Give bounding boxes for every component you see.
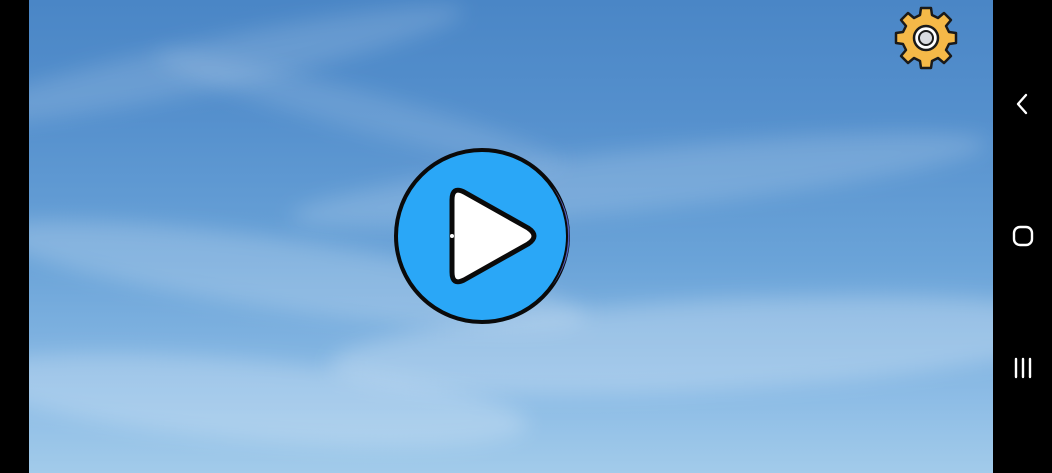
play-button[interactable] <box>392 146 572 326</box>
home-button[interactable] <box>993 206 1052 266</box>
back-button[interactable] <box>993 74 1052 134</box>
navigation-bar <box>993 0 1052 473</box>
recents-button[interactable] <box>993 338 1052 398</box>
settings-button[interactable] <box>894 6 958 70</box>
back-icon <box>1016 93 1027 115</box>
gear-icon <box>894 6 958 70</box>
left-screen-edge <box>0 0 29 473</box>
home-icon <box>1012 225 1033 247</box>
recents-icon <box>1014 357 1031 379</box>
play-icon <box>394 148 570 324</box>
